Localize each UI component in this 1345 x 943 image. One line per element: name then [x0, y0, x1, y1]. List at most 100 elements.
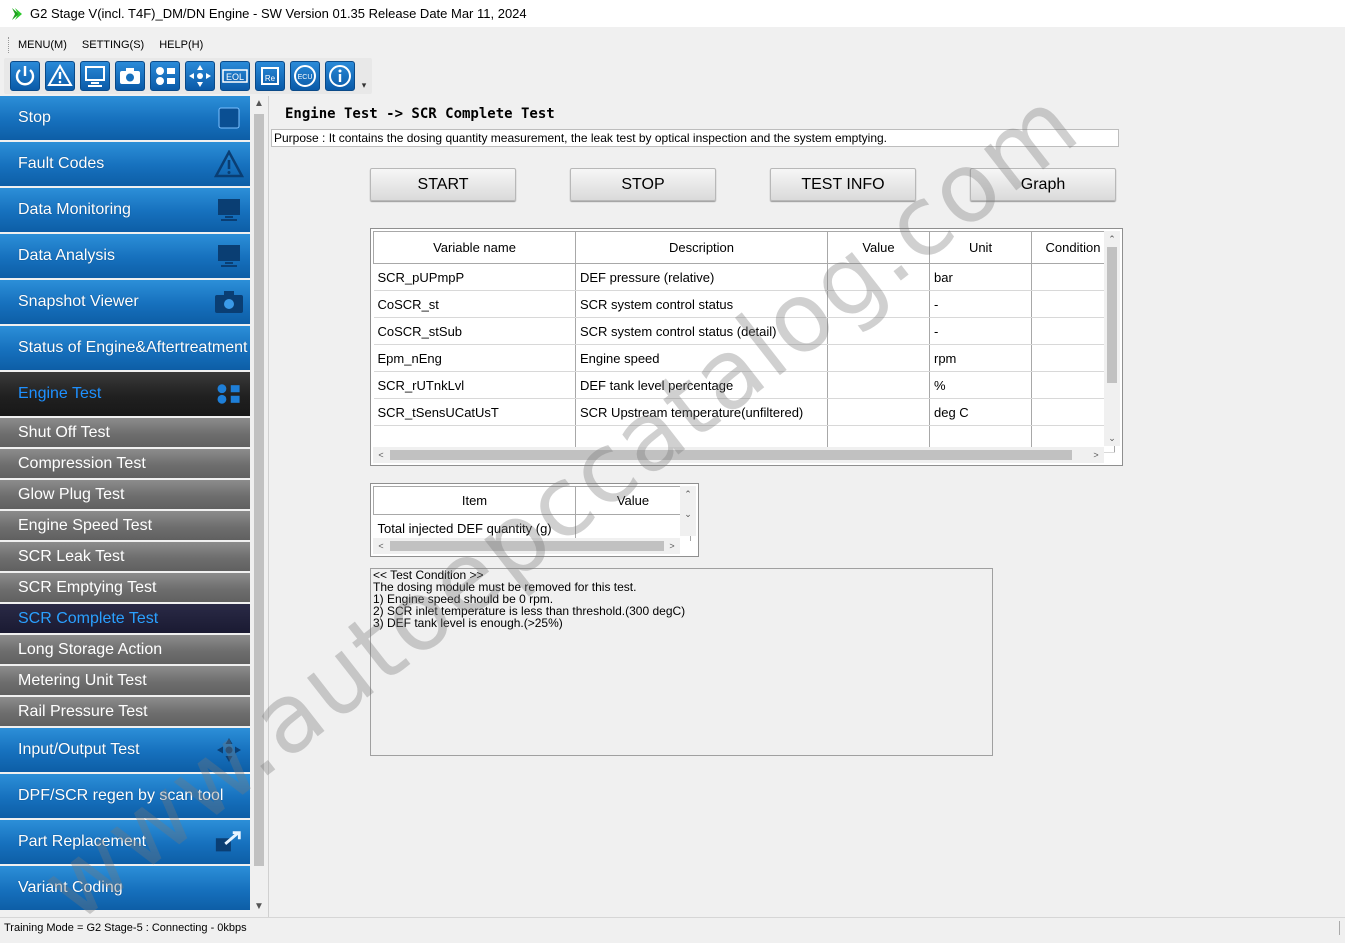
table-row[interactable]: CoSCR_stSub SCR system control status (d…	[373, 317, 1115, 345]
sidebar-item-data-analysis[interactable]: Data Analysis	[0, 234, 250, 278]
table-header-row: Variable name Description Value Unit Con…	[373, 231, 1115, 264]
sidebar-item-fault-codes[interactable]: Fault Codes	[0, 142, 250, 186]
engine-test-button[interactable]	[150, 61, 180, 91]
input-output-button[interactable]	[185, 61, 215, 91]
table-cell	[827, 290, 930, 318]
sidebar-subitem-scr-complete-test[interactable]: SCR Complete Test	[0, 604, 250, 633]
table-cell	[1031, 290, 1115, 318]
scroll-down-icon[interactable]: ⌄	[1104, 430, 1120, 446]
eol-button[interactable]: EOL	[220, 61, 250, 91]
toolbar-overflow-icon[interactable]: ▾	[360, 61, 368, 91]
scroll-left-icon[interactable]: <	[373, 538, 389, 554]
sidebar-subitem-long-storage-action[interactable]: Long Storage Action	[0, 635, 250, 664]
sidebar-subitem-metering-unit-test[interactable]: Metering Unit Test	[0, 666, 250, 695]
sidebar-item-part-replacement[interactable]: Part Replacement	[0, 820, 250, 864]
test-info-button[interactable]: TEST INFO	[770, 168, 916, 201]
sidebar: Stop Fault Codes Data Monitoring Data An…	[0, 96, 250, 915]
column-header[interactable]: Value	[575, 486, 691, 515]
snapshot-button[interactable]	[115, 61, 145, 91]
column-header[interactable]: Value	[827, 231, 930, 264]
column-header[interactable]: Item	[373, 486, 576, 515]
scroll-up-icon[interactable]: ⌃	[680, 486, 696, 502]
item-horizontal-scrollbar[interactable]: < >	[373, 538, 680, 554]
scroll-up-icon[interactable]: ▲	[251, 96, 267, 112]
sidebar-subitem-glow-plug-test[interactable]: Glow Plug Test	[0, 480, 250, 509]
table-row[interactable]: Epm_nEng Engine speed rpm	[373, 344, 1115, 372]
column-header[interactable]: Condition	[1031, 231, 1115, 264]
scroll-thumb[interactable]	[1107, 247, 1117, 383]
ecu-icon: ECU	[294, 65, 316, 87]
sidebar-subitem-label: SCR Leak Test	[18, 547, 125, 565]
sidebar-subitem-label: SCR Complete Test	[18, 609, 159, 627]
sidebar-subitem-compression-test[interactable]: Compression Test	[0, 449, 250, 478]
info-button[interactable]	[325, 61, 355, 91]
part-replacement-button[interactable]: Re	[255, 61, 285, 91]
table-row[interactable]: SCR_rUTnkLvl DEF tank level percentage %	[373, 371, 1115, 399]
monitor-button[interactable]	[80, 61, 110, 91]
ecu-button[interactable]: ECU	[290, 61, 320, 91]
scroll-thumb[interactable]	[390, 450, 1072, 460]
breadcrumb: Engine Test -> SCR Complete Test	[285, 106, 555, 122]
variables-table[interactable]: Variable name Description Value Unit Con…	[370, 228, 1123, 466]
sidebar-item-data-monitoring[interactable]: Data Monitoring	[0, 188, 250, 232]
svg-text:EOL: EOL	[226, 72, 244, 82]
camera-icon	[120, 68, 140, 84]
menu-item-setting[interactable]: SETTING(S)	[82, 39, 144, 51]
table-vertical-scrollbar[interactable]: ⌃ ⌄	[1104, 231, 1120, 446]
window-title: G2 Stage V(incl. T4F)_DM/DN Engine - SW …	[30, 6, 527, 21]
table-row[interactable]: SCR_pUPmpP DEF pressure (relative) bar	[373, 263, 1115, 291]
sidebar-item-status-of-engine[interactable]: Status of Engine&Aftertreatment	[0, 326, 250, 370]
table-cell: SCR Upstream temperature(unfiltered)	[575, 398, 828, 426]
power-button[interactable]	[10, 61, 40, 91]
sidebar-subitem-scr-emptying-test[interactable]: SCR Emptying Test	[0, 573, 250, 602]
sidebar-item-dpf-scr-regen[interactable]: DPF/SCR regen by scan tool	[0, 774, 250, 818]
sidebar-item-stop[interactable]: Stop	[0, 96, 250, 140]
sidebar-item-snapshot-viewer[interactable]: Snapshot Viewer	[0, 280, 250, 324]
item-vertical-scrollbar[interactable]: ⌃ ⌄	[680, 486, 696, 536]
sidebar-item-label: Part Replacement	[18, 833, 147, 850]
stop-button[interactable]: STOP	[570, 168, 716, 201]
table-horizontal-scrollbar[interactable]: < >	[373, 447, 1104, 463]
table-cell	[1031, 344, 1115, 372]
scroll-down-icon[interactable]: ⌄	[680, 506, 696, 522]
table-cell	[1031, 263, 1115, 291]
table-cell: Engine speed	[575, 344, 828, 372]
menu-item-menu[interactable]: MENU(M)	[18, 39, 67, 51]
column-header[interactable]: Description	[575, 231, 828, 264]
app-logo-icon	[12, 7, 22, 20]
table-row[interactable]: CoSCR_st SCR system control status -	[373, 290, 1115, 318]
purpose-text: Purpose : It contains the dosing quantit…	[271, 129, 1119, 147]
sidebar-subitem-rail-pressure-test[interactable]: Rail Pressure Test	[0, 697, 250, 726]
sidebar-item-engine-test[interactable]: Engine Test	[0, 372, 250, 416]
scroll-left-icon[interactable]: <	[373, 447, 389, 463]
status-text: Training Mode = G2 Stage-5 : Connecting …	[4, 922, 247, 934]
main-panel: Engine Test -> SCR Complete Test Purpose…	[268, 96, 1345, 917]
scroll-right-icon[interactable]: >	[664, 538, 680, 554]
sidebar-subitem-label: Shut Off Test	[18, 423, 110, 441]
sidebar-item-input-output-test[interactable]: Input/Output Test	[0, 728, 250, 772]
eol-icon: EOL	[222, 69, 248, 83]
fault-codes-button[interactable]	[45, 61, 75, 91]
table-cell: deg C	[929, 398, 1032, 426]
sidebar-subitem-scr-leak-test[interactable]: SCR Leak Test	[0, 542, 250, 571]
scroll-right-icon[interactable]: >	[1088, 447, 1104, 463]
column-header[interactable]: Variable name	[373, 231, 576, 264]
menu-item-help[interactable]: HELP(H)	[159, 39, 203, 51]
table-row[interactable]: SCR_tSensUCatUsT SCR Upstream temperatur…	[373, 398, 1115, 426]
item-value-table[interactable]: Item Value Total injected DEF quantity (…	[370, 483, 699, 557]
table-header-row: Item Value	[373, 486, 691, 515]
sidebar-scroll-thumb[interactable]	[254, 114, 264, 866]
graph-button[interactable]: Graph	[970, 168, 1116, 201]
sidebar-subitem-engine-speed-test[interactable]: Engine Speed Test	[0, 511, 250, 540]
sidebar-scrollbar[interactable]: ▲ ▼	[251, 96, 267, 915]
scroll-up-icon[interactable]: ⌃	[1104, 231, 1120, 247]
sidebar-subitem-shut-off-test[interactable]: Shut Off Test	[0, 418, 250, 447]
scroll-down-icon[interactable]: ▼	[251, 899, 267, 915]
column-header[interactable]: Unit	[929, 231, 1032, 264]
scroll-thumb[interactable]	[390, 541, 664, 551]
sidebar-item-variant-coding[interactable]: Variant Coding	[0, 866, 250, 910]
table-cell: CoSCR_st	[373, 290, 576, 318]
table-cell: -	[929, 290, 1032, 318]
sidebar-subitem-label: SCR Emptying Test	[18, 578, 157, 596]
start-button[interactable]: START	[370, 168, 516, 201]
